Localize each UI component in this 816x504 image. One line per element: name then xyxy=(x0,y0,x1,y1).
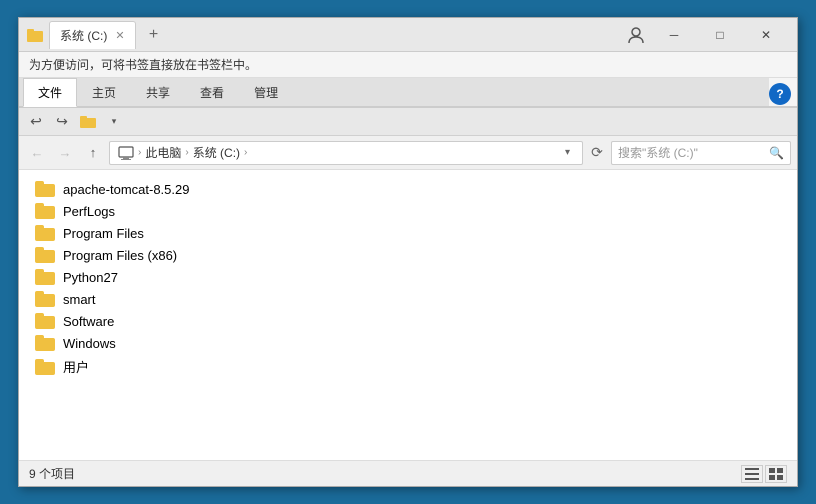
tab-folder-icon xyxy=(27,27,43,43)
file-name: Program Files xyxy=(63,226,144,241)
list-item[interactable]: Software xyxy=(19,310,797,332)
list-item[interactable]: Program Files xyxy=(19,222,797,244)
close-button[interactable]: ✕ xyxy=(743,20,789,50)
file-name: 用户 xyxy=(63,357,89,376)
tab-share[interactable]: 共享 xyxy=(131,78,185,106)
computer-icon xyxy=(118,145,134,161)
list-item[interactable]: apache-tomcat-8.5.29 xyxy=(19,178,797,200)
forward-button[interactable]: → xyxy=(53,141,77,165)
path-arrow-1: › xyxy=(138,147,141,158)
file-name: Python27 xyxy=(63,270,118,285)
folder-icon xyxy=(35,359,55,375)
bookmark-bar: 为方便访问，可将书签直接放在书签栏中。 xyxy=(19,52,797,78)
file-name: Software xyxy=(63,314,114,329)
grid-view-button[interactable] xyxy=(765,465,787,483)
bookmark-message: 为方便访问，可将书签直接放在书签栏中。 xyxy=(29,56,257,73)
address-path: › 此电脑 › 系统 (C:) › xyxy=(118,144,555,161)
new-tab-button[interactable]: + xyxy=(142,23,166,47)
list-view-button[interactable] xyxy=(741,465,763,483)
folder-icon xyxy=(35,247,55,263)
list-item[interactable]: smart xyxy=(19,288,797,310)
folder-icon xyxy=(35,225,55,241)
quick-access-toolbar: ↩ ↪ ▾ xyxy=(19,108,797,136)
search-icon: 🔍 xyxy=(769,146,784,160)
address-bar: ← → ↑ › 此电脑 › 系统 (C:) › ▾ ⟳ 搜索"系统 (C:)" … xyxy=(19,136,797,170)
undo-button[interactable]: ↩ xyxy=(25,111,47,133)
up-button[interactable]: ↑ xyxy=(81,141,105,165)
minimize-button[interactable]: ─ xyxy=(651,20,697,50)
address-dropdown-button[interactable]: ▾ xyxy=(561,147,574,158)
tab-view[interactable]: 查看 xyxy=(185,78,239,106)
path-arrow-2: › xyxy=(185,147,188,158)
folder-icon xyxy=(35,269,55,285)
address-input[interactable]: › 此电脑 › 系统 (C:) › ▾ xyxy=(109,141,583,165)
toolbar-dropdown[interactable]: ▾ xyxy=(103,111,125,133)
list-item[interactable]: PerfLogs xyxy=(19,200,797,222)
path-segment-computer: 此电脑 xyxy=(145,144,181,161)
list-item[interactable]: 用户 xyxy=(19,354,797,379)
ribbon: 文件 主页 共享 查看 管理 ? xyxy=(19,78,797,108)
active-tab[interactable]: 系统 (C:) ✕ xyxy=(49,21,136,49)
file-name: Program Files (x86) xyxy=(63,248,177,263)
file-list: apache-tomcat-8.5.29 PerfLogs Program Fi… xyxy=(19,170,797,460)
list-item[interactable]: Python27 xyxy=(19,266,797,288)
folder-icon xyxy=(35,313,55,329)
tab-home[interactable]: 主页 xyxy=(77,78,131,106)
maximize-button[interactable]: □ xyxy=(697,20,743,50)
explorer-window: 系统 (C:) ✕ + ─ □ ✕ 为方便访问，可将书签直接放在书签栏中。 文件… xyxy=(18,17,798,487)
file-name: apache-tomcat-8.5.29 xyxy=(63,182,189,197)
folder-icon xyxy=(35,291,55,307)
profile-button[interactable] xyxy=(621,20,651,50)
redo-button[interactable]: ↪ xyxy=(51,111,73,133)
help-button[interactable]: ? xyxy=(769,83,791,105)
refresh-button[interactable]: ⟳ xyxy=(587,143,607,163)
tab-label: 系统 (C:) xyxy=(60,27,107,44)
ribbon-tabs: 文件 主页 共享 查看 管理 xyxy=(19,78,769,106)
status-bar: 9 个项目 xyxy=(19,460,797,486)
tab-close-button[interactable]: ✕ xyxy=(115,29,124,42)
path-arrow-3: › xyxy=(244,147,247,158)
search-box[interactable]: 搜索"系统 (C:)" 🔍 xyxy=(611,141,791,165)
file-name: Windows xyxy=(63,336,116,351)
folder-icon xyxy=(35,181,55,197)
view-buttons xyxy=(741,465,787,483)
path-segment-drive: 系统 (C:) xyxy=(193,144,240,161)
list-item[interactable]: Windows xyxy=(19,332,797,354)
folder-icon xyxy=(35,335,55,351)
tab-file[interactable]: 文件 xyxy=(23,78,77,107)
back-button[interactable]: ← xyxy=(25,141,49,165)
ribbon-tabs-row: 文件 主页 共享 查看 管理 ? xyxy=(19,78,797,107)
title-bar: 系统 (C:) ✕ + ─ □ ✕ xyxy=(19,18,797,52)
search-placeholder: 搜索"系统 (C:)" xyxy=(618,144,769,161)
item-count: 9 个项目 xyxy=(29,465,75,482)
folder-button[interactable] xyxy=(77,111,99,133)
file-name: PerfLogs xyxy=(63,204,115,219)
list-item[interactable]: Program Files (x86) xyxy=(19,244,797,266)
folder-icon xyxy=(35,203,55,219)
tab-manage[interactable]: 管理 xyxy=(239,78,293,106)
file-name: smart xyxy=(63,292,96,307)
title-bar-left: 系统 (C:) ✕ + xyxy=(27,21,621,49)
